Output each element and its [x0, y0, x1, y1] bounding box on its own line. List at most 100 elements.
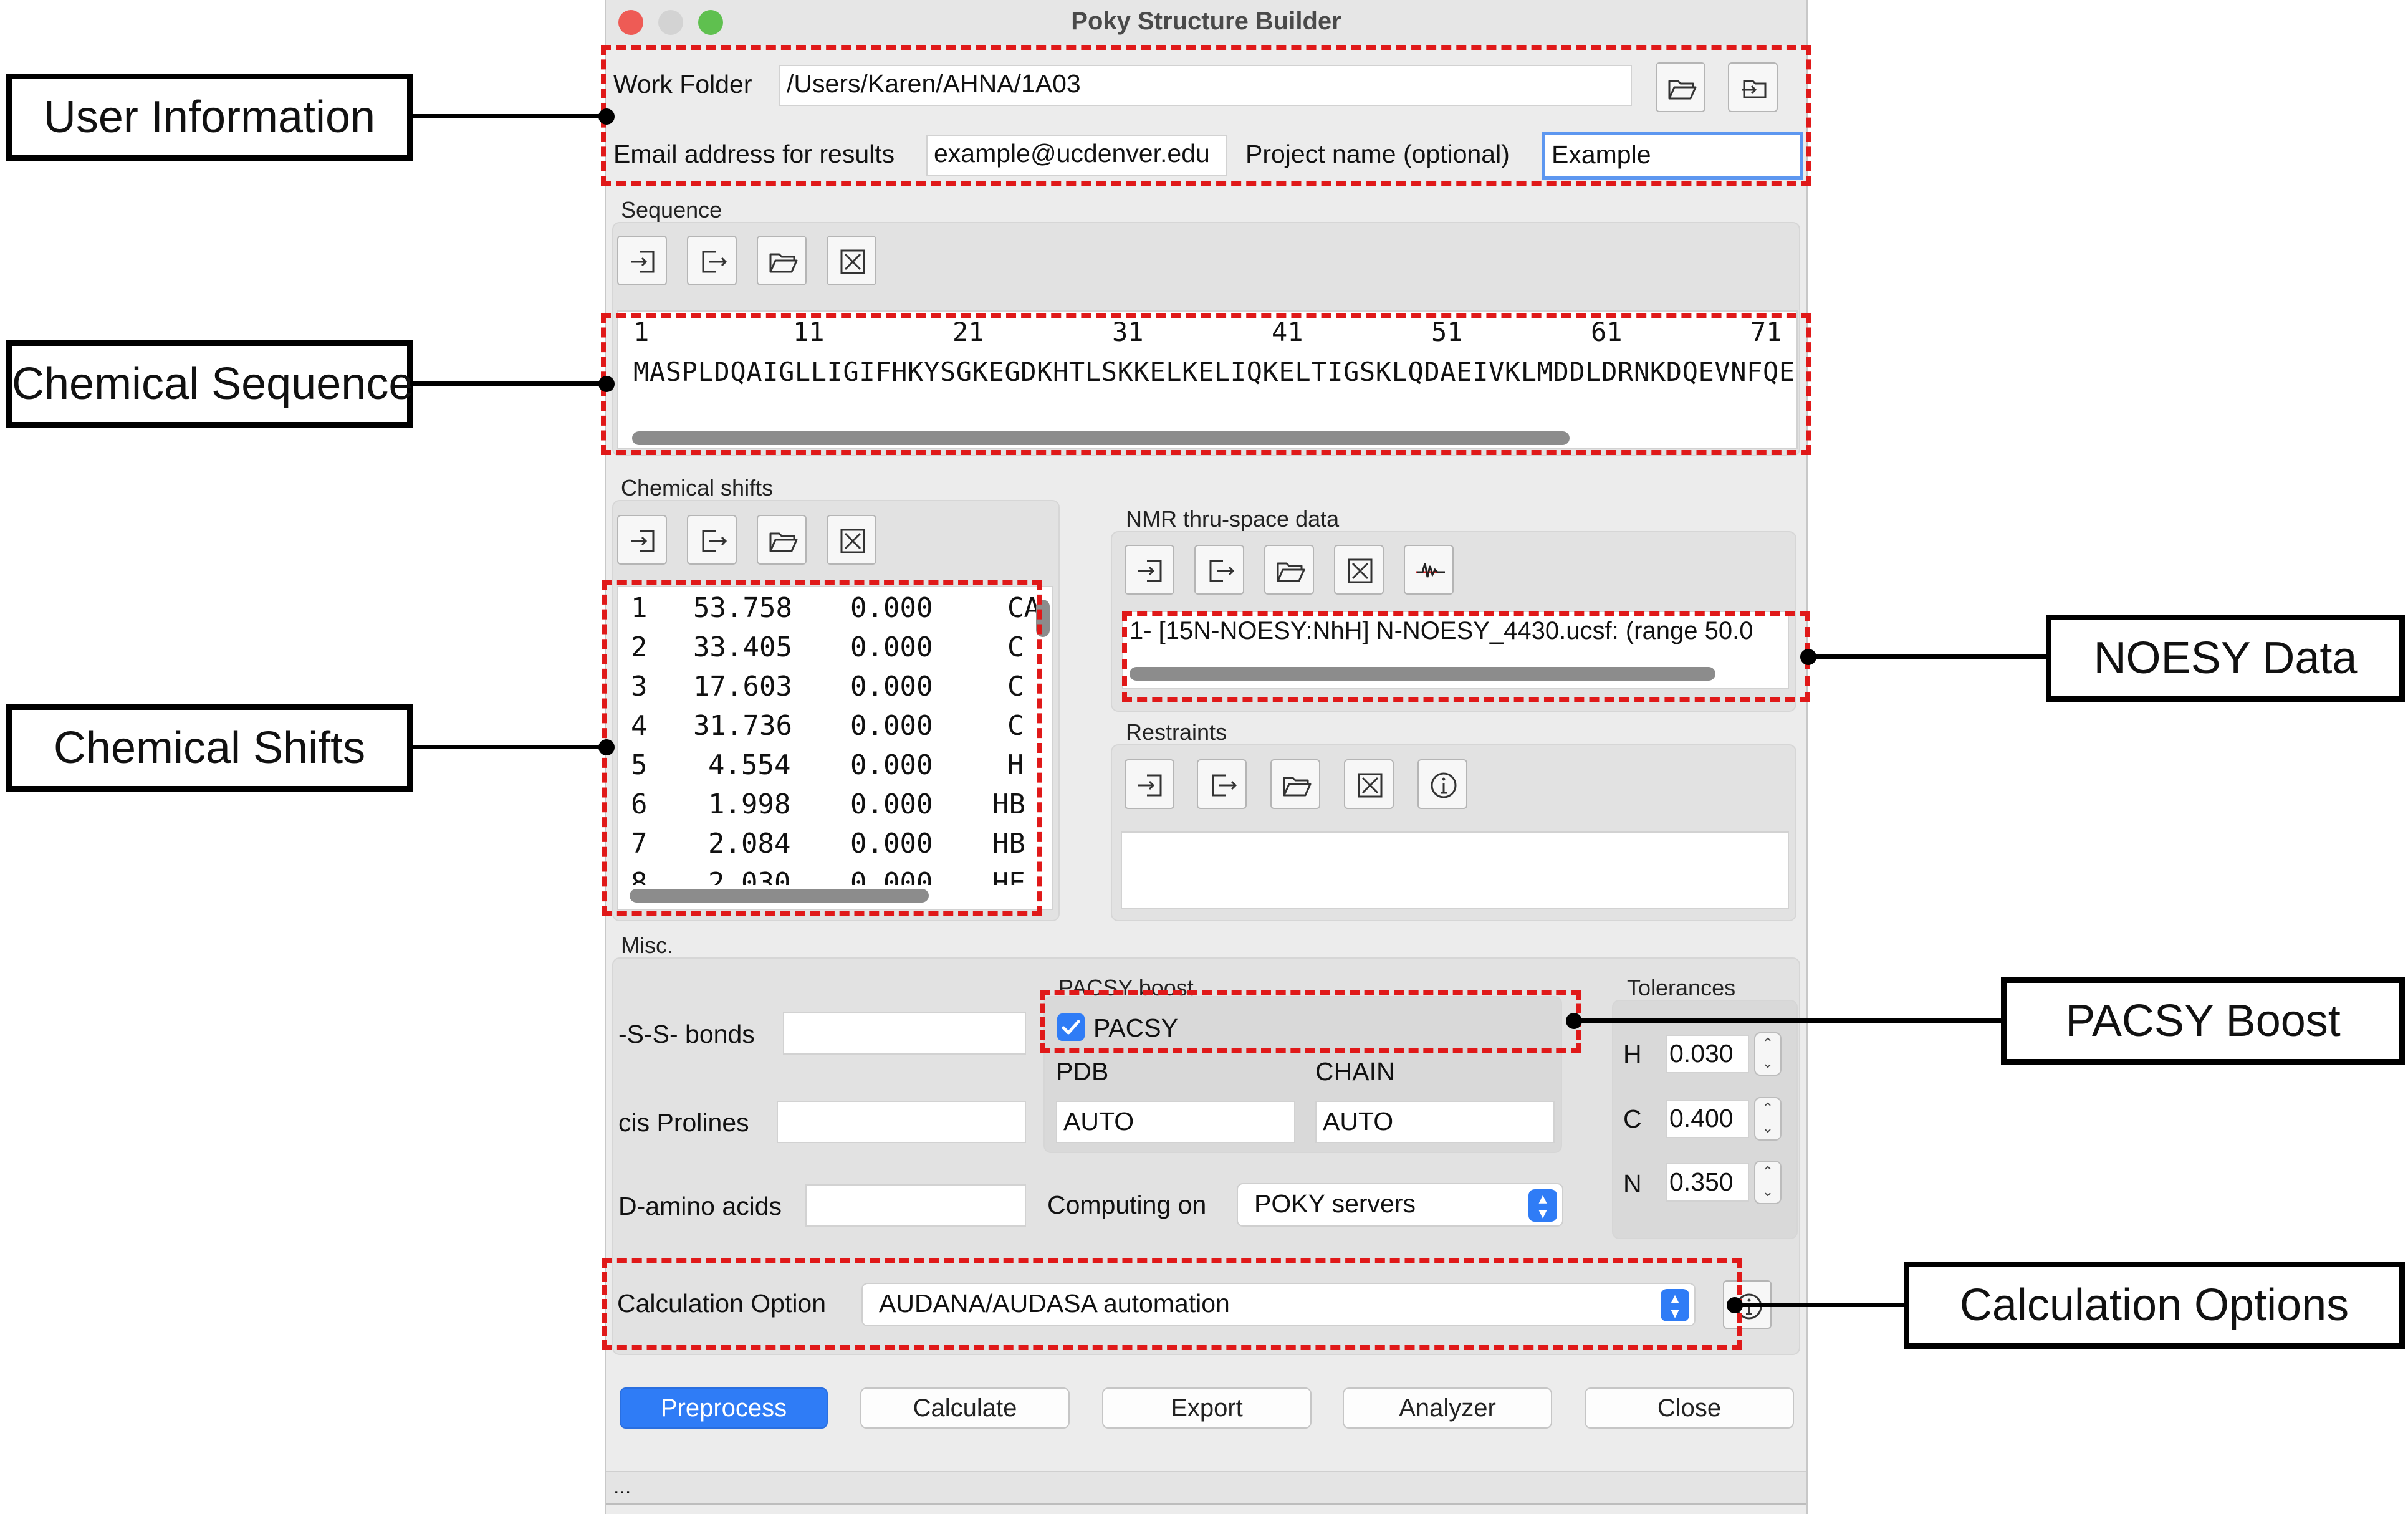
- shifts-import-button[interactable]: [617, 515, 667, 565]
- chemical-sequence-callout: Chemical Sequence: [6, 340, 413, 428]
- tolerance-h-stepper[interactable]: ⌃ ⌄: [1754, 1032, 1782, 1076]
- chemical-shifts-group-label: Chemical shifts: [621, 475, 774, 501]
- spectrum-waveform-icon: [1416, 563, 1445, 578]
- status-text: ...: [613, 1475, 631, 1498]
- restraints-export-button[interactable]: [1197, 759, 1247, 809]
- restraints-group-label: Restraints: [1126, 719, 1227, 745]
- noesy-data-anchor: [1800, 649, 1816, 665]
- nmr-open-button[interactable]: [1264, 545, 1314, 595]
- tolerance-c-input[interactable]: 0.400: [1666, 1100, 1749, 1138]
- nmr-clear-button[interactable]: [1334, 545, 1384, 595]
- tolerance-atom-label: N: [1623, 1169, 1642, 1198]
- tolerance-h-input[interactable]: 0.030: [1666, 1035, 1749, 1073]
- chemical-shifts-anchor: [598, 739, 615, 755]
- d-amino-acids-input[interactable]: [805, 1184, 1026, 1227]
- shifts-clear-button[interactable]: [827, 515, 876, 565]
- chemical-shifts-callout: Chemical Shifts: [6, 704, 413, 792]
- import-icon: [1138, 774, 1162, 797]
- tolerance-c-stepper[interactable]: ⌃ ⌄: [1754, 1097, 1782, 1141]
- ss-bonds-label: -S-S- bonds: [618, 1020, 755, 1048]
- pacsy-boost-anchor: [1566, 1013, 1582, 1029]
- misc-group-label: Misc.: [621, 932, 673, 958]
- shifts-open-button[interactable]: [757, 515, 807, 565]
- calculation-options-connector: [1735, 1303, 1906, 1307]
- sequence-import-button[interactable]: [617, 236, 667, 285]
- nmr-spectrum-button[interactable]: [1404, 545, 1454, 595]
- status-bar: ...: [606, 1471, 1806, 1505]
- sequence-export-button[interactable]: [687, 236, 737, 285]
- restraints-clear-button[interactable]: [1344, 759, 1394, 809]
- pdb-value: AUTO: [1063, 1107, 1134, 1136]
- chemical-sequence-connector: [410, 381, 608, 386]
- folder-open-icon: [769, 532, 798, 552]
- chain-label: CHAIN: [1315, 1057, 1395, 1086]
- user-information-anchor: [598, 108, 615, 125]
- sequence-clear-button[interactable]: [827, 236, 876, 285]
- chemical-shifts-connector: [410, 745, 608, 749]
- user-information-highlight: [601, 45, 1811, 186]
- computing-on-value: POKY servers: [1254, 1189, 1416, 1218]
- restraints-open-button[interactable]: [1270, 759, 1320, 809]
- chemical-sequence-highlight: [601, 313, 1811, 455]
- export-icon: [702, 251, 727, 273]
- user-information-connector: [410, 114, 608, 118]
- analyzer-button[interactable]: Analyzer: [1343, 1387, 1552, 1429]
- chemical-sequence-anchor: [598, 376, 615, 392]
- pacsy-boost-callout: PACSY Boost: [2001, 977, 2405, 1065]
- noesy-data-connector: [1808, 654, 2048, 659]
- preprocess-button[interactable]: Preprocess: [620, 1387, 828, 1429]
- d-amino-acids-label: D-amino acids: [618, 1192, 782, 1220]
- computing-on-label: Computing on: [1047, 1191, 1207, 1219]
- calculate-button[interactable]: Calculate: [860, 1387, 1070, 1429]
- chemical-shifts-highlight: [602, 580, 1042, 916]
- restraints-import-button[interactable]: [1125, 759, 1174, 809]
- close-button[interactable]: Close: [1585, 1387, 1794, 1429]
- ss-bonds-input[interactable]: [783, 1012, 1026, 1055]
- user-information-callout: User Information: [6, 74, 413, 161]
- pdb-input[interactable]: AUTO: [1056, 1101, 1295, 1143]
- tolerance-atom-label: C: [1623, 1104, 1642, 1133]
- restraints-list[interactable]: [1121, 831, 1789, 909]
- shifts-export-button[interactable]: [687, 515, 737, 565]
- window-title: Poky Structure Builder: [1071, 7, 1341, 35]
- tolerances-label: Tolerances: [1627, 975, 1736, 1000]
- restraints-info-button[interactable]: [1417, 759, 1467, 809]
- import-icon: [631, 530, 655, 552]
- title-bar: Poky Structure Builder: [606, 0, 1806, 45]
- noesy-data-highlight: [1122, 611, 1810, 702]
- cis-prolines-label: cis Prolines: [618, 1108, 749, 1137]
- nmr-export-button[interactable]: [1194, 545, 1244, 595]
- folder-open-icon: [1283, 777, 1312, 797]
- import-icon: [631, 251, 655, 273]
- nmr-group-label: NMR thru-space data: [1126, 506, 1340, 532]
- pacsy-boost-highlight: [1040, 990, 1581, 1053]
- tolerance-h-value: 0.030: [1669, 1039, 1734, 1068]
- chain-value: AUTO: [1323, 1107, 1394, 1136]
- folder-open-icon: [769, 253, 798, 273]
- chain-input[interactable]: AUTO: [1315, 1101, 1555, 1143]
- pacsy-boost-connector: [1575, 1018, 2003, 1023]
- import-icon: [1138, 560, 1162, 582]
- sequence-open-button[interactable]: [757, 236, 807, 285]
- cis-prolines-input[interactable]: [777, 1101, 1026, 1143]
- calculation-options-anchor: [1727, 1297, 1743, 1313]
- folder-open-icon: [1277, 562, 1305, 582]
- tolerance-n-stepper[interactable]: ⌃ ⌄: [1754, 1161, 1782, 1204]
- export-icon: [702, 530, 727, 552]
- export-icon: [1212, 774, 1237, 797]
- clear-icon: [1348, 558, 1373, 583]
- select-arrows-icon: ▴ ▾: [1528, 1189, 1557, 1222]
- computing-on-select[interactable]: POKY servers ▴ ▾: [1237, 1183, 1563, 1227]
- tolerance-n-input[interactable]: 0.350: [1666, 1163, 1749, 1202]
- nmr-import-button[interactable]: [1125, 545, 1174, 595]
- tolerance-c-value: 0.400: [1669, 1104, 1734, 1133]
- sequence-group-label: Sequence: [621, 197, 722, 223]
- export-button[interactable]: Export: [1102, 1387, 1312, 1429]
- clear-icon: [840, 249, 865, 274]
- tolerance-atom-label: H: [1623, 1040, 1642, 1068]
- clear-icon: [1358, 773, 1383, 798]
- clear-icon: [840, 529, 865, 553]
- noesy-data-callout: NOESY Data: [2046, 615, 2405, 702]
- tolerance-n-value: 0.350: [1669, 1167, 1734, 1196]
- pdb-label: PDB: [1056, 1057, 1109, 1086]
